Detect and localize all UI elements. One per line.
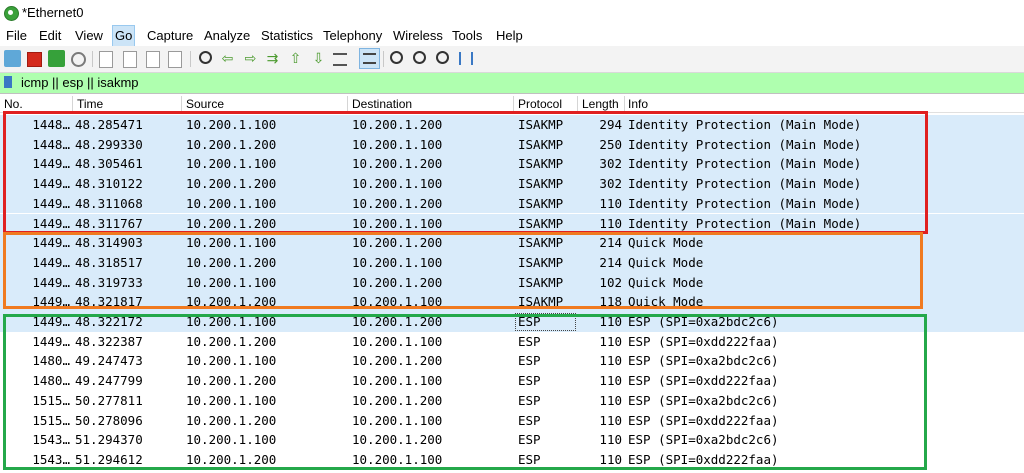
zoom-normal-icon[interactable] [436,51,449,64]
column-header-time[interactable]: Time [77,97,103,111]
esp-highlight-box [3,314,927,470]
menu-analyze[interactable]: Analyze [202,26,252,46]
menu-wireless[interactable]: Wireless [391,26,445,46]
start-capture-icon[interactable] [4,50,21,67]
column-header-protocol[interactable]: Protocol [518,97,562,111]
close-file-icon[interactable] [146,51,160,68]
zoom-out-icon[interactable] [413,51,426,64]
reload-file-icon[interactable] [168,51,182,68]
menu-edit[interactable]: Edit [37,26,63,46]
menu-capture[interactable]: Capture [145,26,195,46]
menu-file[interactable]: File [4,26,29,46]
go-to-packet-icon[interactable]: ⇉ [264,50,281,67]
quick-mode-highlight-box [3,232,923,309]
column-header-destination[interactable]: Destination [352,97,412,111]
menu-statistics[interactable]: Statistics [259,26,315,46]
menu-help[interactable]: Help [494,26,525,46]
resize-columns-icon[interactable] [459,52,473,65]
main-toolbar: ⇦ ⇨ ⇉ ⇧ ⇩ [0,46,1024,73]
menu-bar: File Edit View Go Capture Analyze Statis… [0,25,1024,47]
column-header-no[interactable]: No. [4,97,23,111]
menu-go[interactable]: Go [112,25,136,47]
column-header-info[interactable]: Info [628,97,648,111]
save-file-icon[interactable] [123,51,137,68]
column-header-length[interactable]: Length [582,97,619,111]
zoom-in-icon[interactable] [390,51,403,64]
go-last-icon[interactable]: ⇩ [310,50,327,67]
title-bar: *Ethernet0 [0,0,1024,26]
main-mode-highlight-box [3,111,928,234]
go-back-icon[interactable]: ⇦ [219,50,236,67]
bookmark-icon[interactable] [4,76,12,88]
window-title: *Ethernet0 [22,5,84,20]
display-filter-bar[interactable]: icmp || esp || isakmp [0,73,1024,94]
menu-view[interactable]: View [73,26,105,46]
autoscroll-icon[interactable] [333,53,347,66]
capture-options-icon[interactable] [71,52,86,67]
open-file-icon[interactable] [99,51,113,68]
go-forward-icon[interactable]: ⇨ [242,50,259,67]
column-header-source[interactable]: Source [186,97,224,111]
display-filter-input[interactable]: icmp || esp || isakmp [21,75,139,90]
go-first-icon[interactable]: ⇧ [287,50,304,67]
restart-capture-icon[interactable] [48,50,65,67]
menu-tools[interactable]: Tools [450,26,484,46]
menu-telephony[interactable]: Telephony [321,26,384,46]
colorize-icon[interactable] [359,48,380,69]
wireshark-app-icon [4,6,19,21]
stop-capture-icon[interactable] [27,52,42,67]
find-packet-icon[interactable] [199,51,212,64]
